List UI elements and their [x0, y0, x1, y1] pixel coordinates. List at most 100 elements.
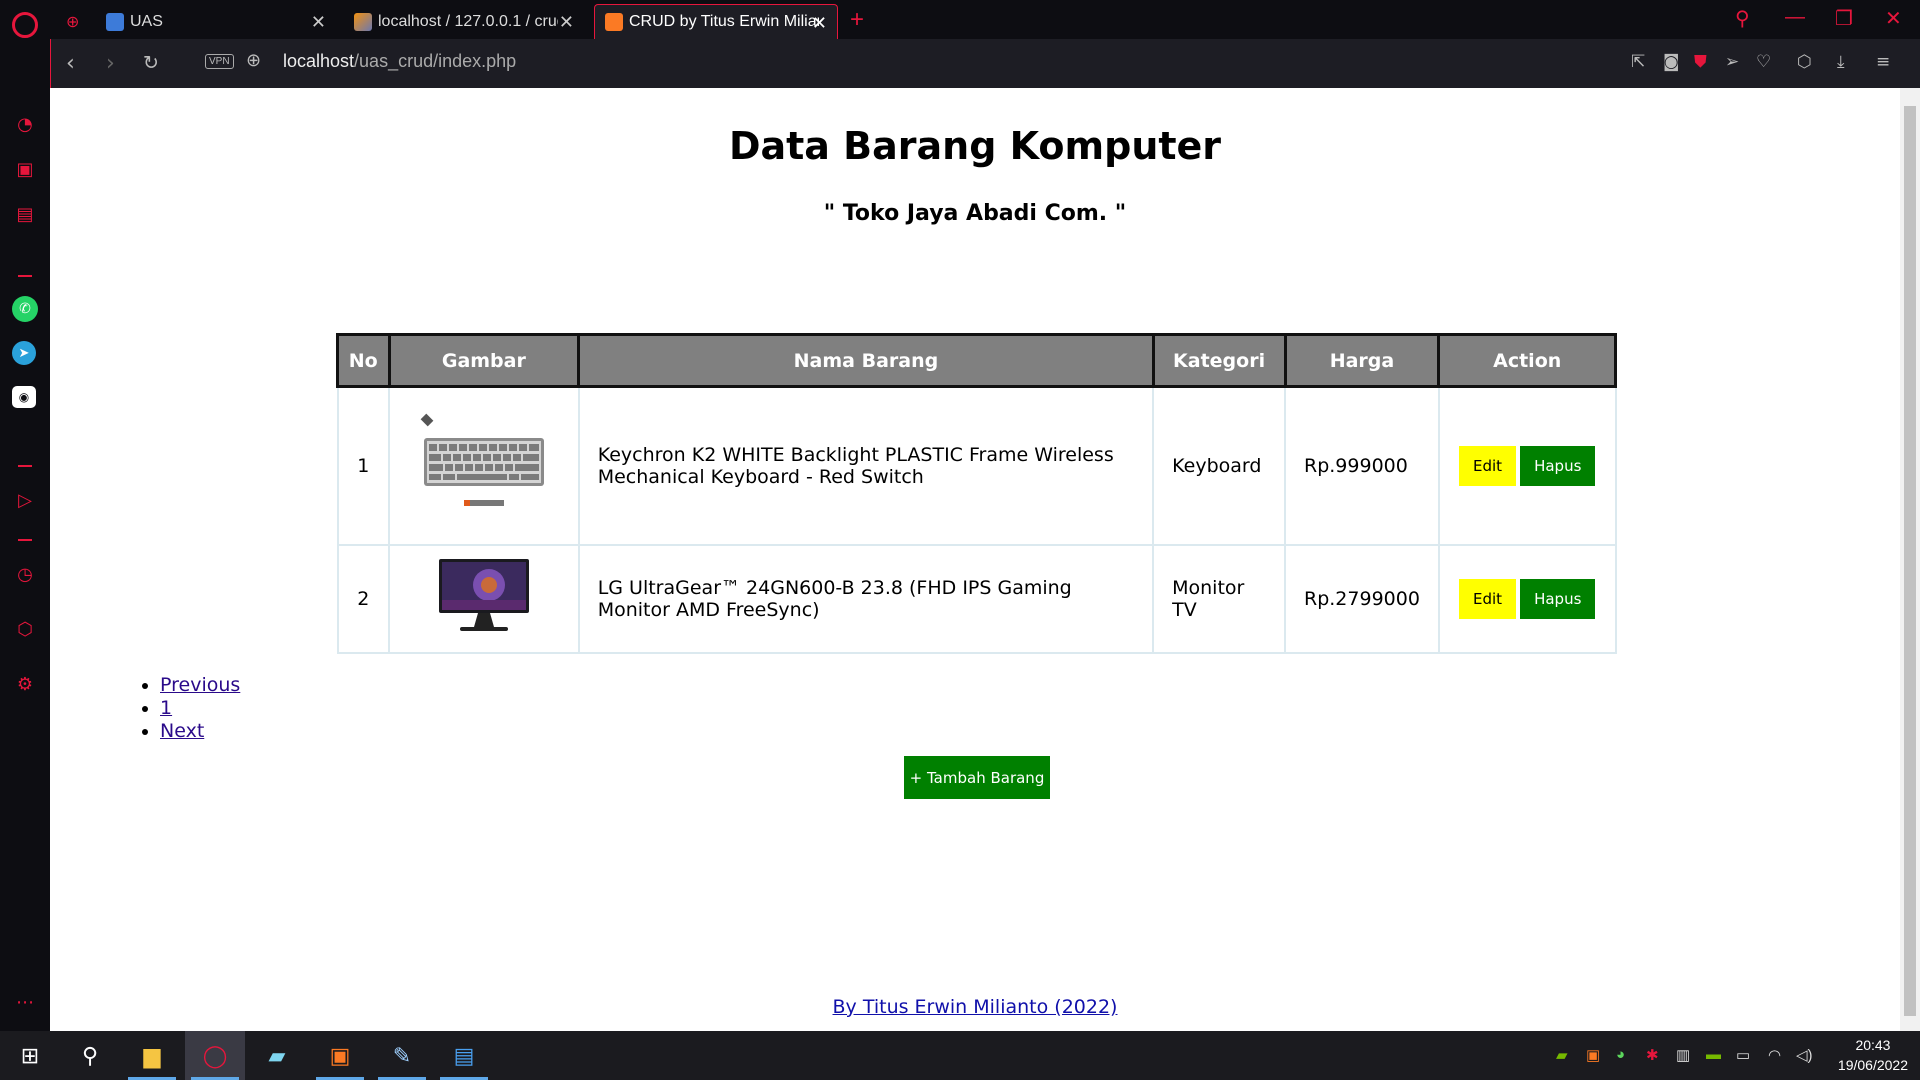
easy-setup-icon[interactable]: ≡ — [1876, 52, 1890, 72]
pagination-item: Next — [160, 720, 240, 743]
footer: By Titus Erwin Milianto (2022) — [50, 996, 1900, 1018]
close-icon[interactable]: ✕ — [559, 12, 574, 33]
keyboard-image — [388, 385, 580, 546]
data-table: No Gambar Nama Barang Kategori Harga Act… — [336, 333, 1617, 654]
reload-icon[interactable]: ↻ — [143, 52, 159, 74]
restore-icon[interactable]: ❐ — [1835, 6, 1853, 31]
forward-icon[interactable]: › — [106, 51, 115, 76]
new-tab-button[interactable]: + — [850, 6, 864, 34]
back-icon[interactable]: ‹ — [66, 51, 75, 76]
cell-no: 2 — [336, 543, 390, 654]
close-icon[interactable]: ✕ — [812, 13, 827, 34]
windows-start-icon[interactable]: ⊞ — [0, 1031, 60, 1080]
more-icon[interactable]: ⋯ — [12, 989, 38, 1015]
web-page: Data Barang Komputer " Toko Jaya Abadi C… — [50, 88, 1900, 1040]
wifi-icon[interactable]: ◠ — [1768, 1046, 1781, 1064]
cell-nama: Keychron K2 WHITE Backlight PLASTIC Fram… — [577, 385, 1155, 546]
taskbar: ⊞ ⚲ ▆ ◯ ▰ ▣ ✎ ▤ ▰ ▣ ◕ ✱ ▥ ▬ ▭ ◠ ◁) 20:43… — [0, 1031, 1920, 1080]
notepad-icon[interactable]: ▰ — [247, 1031, 307, 1080]
col-header-no: No — [336, 333, 391, 388]
settings-icon[interactable]: ⚙ — [12, 671, 38, 697]
drive-icon[interactable]: ▥ — [1676, 1046, 1690, 1064]
app-window-icon[interactable]: ▤ — [434, 1031, 494, 1080]
tambah-barang-button[interactable]: + Tambah Barang — [904, 756, 1050, 799]
sidebar-divider — [18, 275, 32, 277]
col-header-gambar: Gambar — [387, 333, 581, 388]
clock-date: 19/06/2022 — [1837, 1057, 1908, 1073]
cell-kategori: Monitor TV — [1152, 543, 1286, 654]
xampp-icon[interactable]: ▣ — [310, 1031, 370, 1080]
gx-corner-icon[interactable]: ▣ — [12, 156, 38, 182]
volume-icon[interactable]: ◁) — [1796, 1046, 1813, 1064]
url-field[interactable]: localhost/uas_crud/index.php — [283, 51, 516, 72]
col-header-harga: Harga — [1283, 333, 1441, 388]
telegram-icon[interactable]: ➤ — [12, 341, 36, 365]
close-window-icon[interactable]: ✕ — [1885, 6, 1902, 31]
page-title: Data Barang Komputer — [728, 124, 1222, 168]
share-icon[interactable]: ⇱ — [1631, 52, 1645, 72]
minimize-icon[interactable]: — — [1785, 6, 1805, 29]
page-1-link[interactable]: 1 — [160, 697, 172, 719]
opera-menu-icon[interactable] — [12, 12, 38, 38]
cell-action: Edit Hapus — [1437, 543, 1617, 654]
search-icon[interactable]: ⚲ — [60, 1031, 120, 1080]
vpn-badge[interactable]: VPN — [205, 54, 234, 69]
cell-nama: LG UltraGear™ 24GN600-B 23.8 (FHD IPS Ga… — [577, 543, 1155, 654]
tab-bar: ⊕ UAS ✕ localhost / 127.0.0.1 / crud_ ✕ … — [0, 0, 1920, 39]
col-header-kategori: Kategori — [1151, 333, 1287, 388]
paint-icon[interactable]: ✎ — [372, 1031, 432, 1080]
col-header-action: Action — [1437, 333, 1617, 388]
browser-window: ⊕ UAS ✕ localhost / 127.0.0.1 / crud_ ✕ … — [0, 0, 1920, 1080]
cell-harga: Rp.2799000 — [1284, 543, 1440, 654]
heart-icon[interactable]: ♡ — [1756, 52, 1771, 72]
hapus-button[interactable]: Hapus — [1520, 578, 1596, 619]
sidebar-divider — [18, 539, 32, 541]
pagination-item: Previous — [160, 674, 240, 697]
snapshot-icon[interactable]: ◙ — [1663, 52, 1680, 72]
history-icon[interactable]: ◷ — [12, 561, 38, 587]
cube-icon[interactable]: ⬡ — [1797, 52, 1812, 72]
extensions-icon[interactable]: ⬡ — [12, 616, 38, 642]
twitch-icon[interactable]: ▤ — [12, 201, 38, 227]
page-subtitle: " Toko Jaya Abadi Com. " — [823, 201, 1127, 226]
cell-kategori: Keyboard — [1152, 385, 1286, 546]
whatsapp-icon[interactable]: ✆ — [12, 296, 38, 322]
next-link[interactable]: Next — [160, 720, 204, 742]
edit-button[interactable]: Edit — [1459, 445, 1517, 486]
site-info-icon[interactable]: ⊕ — [246, 50, 261, 71]
tab-phpmyadmin[interactable]: localhost / 127.0.0.1 / crud_ ✕ — [344, 4, 584, 39]
sidebar-divider — [18, 465, 32, 467]
clock-time: 20:43 — [1855, 1037, 1891, 1053]
battery-icon[interactable]: ▭ — [1736, 1046, 1750, 1064]
scrollbar-thumb[interactable] — [1904, 106, 1916, 1016]
opera-gx-icon[interactable]: ◯ — [185, 1031, 245, 1080]
previous-link[interactable]: Previous — [160, 674, 240, 696]
gpu-icon[interactable]: ▬ — [1706, 1046, 1721, 1063]
download-icon[interactable]: ⤓ — [1837, 52, 1845, 72]
speed-dial-icon[interactable]: ◔ — [12, 111, 38, 137]
cell-harga: Rp.999000 — [1284, 385, 1440, 546]
tab-crud[interactable]: CRUD by Titus Erwin Milian ✕ — [594, 4, 838, 39]
tab-uas[interactable]: UAS ✕ — [96, 4, 336, 39]
file-explorer-icon[interactable]: ▆ — [122, 1031, 182, 1080]
footer-author-link[interactable]: By Titus Erwin Milianto (2022) — [833, 996, 1118, 1018]
gx-icon[interactable]: ⊕ — [56, 4, 88, 39]
adblock-shield-icon[interactable]: ⛊ — [1694, 52, 1707, 72]
clock[interactable]: 20:43 19/06/2022 — [1838, 1035, 1908, 1075]
contacts-icon — [106, 12, 124, 31]
pagination-item: 1 — [160, 697, 240, 720]
antivirus-icon[interactable]: ✱ — [1646, 1046, 1659, 1064]
edge-tray-icon[interactable]: ◕ — [1616, 1046, 1625, 1063]
pagination: Previous 1 Next — [110, 674, 240, 743]
scrollbar[interactable] — [1900, 88, 1920, 1040]
search-icon[interactable]: ⚲ — [1735, 6, 1750, 31]
hapus-button[interactable]: Hapus — [1520, 445, 1596, 486]
cell-no: 1 — [336, 385, 390, 546]
edit-button[interactable]: Edit — [1459, 578, 1517, 619]
send-icon[interactable]: ➢ — [1725, 52, 1739, 72]
close-icon[interactable]: ✕ — [311, 12, 326, 33]
xampp-tray-icon[interactable]: ▣ — [1586, 1046, 1600, 1064]
discord-icon[interactable]: ◉ — [12, 386, 36, 408]
player-icon[interactable]: ▷ — [12, 487, 38, 513]
nvidia-icon[interactable]: ▰ — [1556, 1046, 1568, 1064]
